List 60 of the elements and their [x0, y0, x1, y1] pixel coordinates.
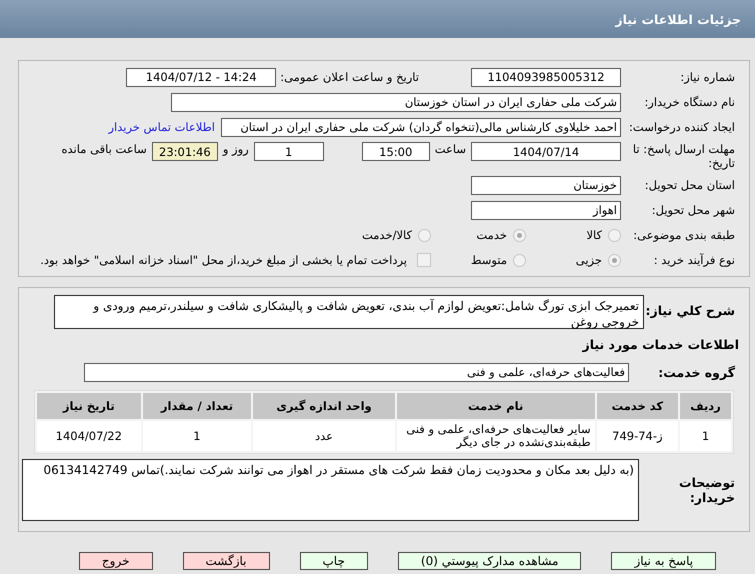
radio-label: کالا [586, 228, 602, 242]
field-label: شماره نیاز: [679, 70, 736, 84]
section-title: اطلاعات خدمات مورد نیاز [581, 336, 740, 352]
field-label: گروه خدمت: [657, 364, 736, 380]
table-cell: عدد [253, 421, 395, 451]
action-button[interactable]: خروج [78, 552, 152, 570]
buyer-org-field: شرکت ملی حفاری ایران در استان خوزستان [171, 92, 621, 112]
column-header: ردیف [680, 393, 731, 419]
field-label: ایجاد کننده درخواست: [628, 120, 736, 134]
description-field: تعمیرجک ابزی تورگ شامل:تعویض لوازم آب بندی، تعویض شافت و پالیشکاری شافت و سیلندر،ترمیم ورودی و خروجی روغن [54, 295, 644, 329]
radio-label: جزیی [576, 253, 602, 267]
radio-button[interactable] [513, 254, 526, 266]
payment-checkbox[interactable] [417, 253, 431, 267]
action-button[interactable]: بازگشت [182, 552, 270, 570]
deadline-date-field: 1404/07/14 [471, 142, 621, 161]
days-field: 1 [254, 142, 324, 161]
checkbox-label: پرداخت تمام یا بخشی از مبلغ خرید،از محل "اسناد خزانه اسلامی" خواهد بود. [40, 253, 407, 267]
field-label: تاریخ و ساعت اعلان عمومی: [280, 70, 419, 84]
buyer-notes-field: (به دلیل بعد مکان و محدودیت زمان فقط شرکت های مستقر در اهواز می توانند شرکت نمایند.)تماس 06134142749 [22, 459, 639, 521]
radio-button[interactable] [608, 254, 621, 266]
table-cell: 1404/07/22 [37, 421, 141, 451]
field-label: توضیحات خریدار: [678, 474, 736, 505]
radio-button[interactable] [418, 228, 431, 242]
field-label: روز و [222, 142, 249, 156]
requester-field: احمد خلیلاوی کارشناس مالی(تنخواه گردان) شرکت ملی حفاری ایران در استان [221, 118, 621, 136]
column-header: تعداد / مقدار [142, 393, 252, 419]
province-field: خوزستان [471, 176, 621, 194]
radio-button[interactable] [513, 228, 526, 242]
column-header: تاریخ نیاز [37, 393, 141, 419]
field-label: استان محل تحویل: [644, 178, 736, 192]
field-label: مهلت ارسال پاسخ: تا تاریخ: [632, 142, 736, 170]
field-label: نوع فرآیند خرید : [652, 253, 736, 267]
column-header: نام خدمت [396, 393, 595, 419]
radio-button[interactable] [608, 228, 621, 242]
need-number-field: 1104093985005312 [471, 68, 621, 86]
field-label: نام دستگاه خریدار: [643, 95, 736, 109]
radio-label: خدمت [476, 228, 507, 242]
deadline-time-field: 15:00 [362, 142, 430, 161]
action-button[interactable]: چاپ [300, 552, 368, 570]
field-label: شرح کلي نیاز: [644, 302, 736, 318]
radio-label: متوسط [470, 253, 507, 267]
radio-label: کالا/خدمت [362, 228, 412, 242]
announce-date-field: 1404/07/12 - 14:24 [126, 68, 276, 86]
service-group-field: فعالیت‌های حرفه‌ای، علمی و فنی [84, 362, 629, 382]
action-button[interactable]: پاسخ به نیاز [611, 552, 716, 570]
remaining-time-field: 23:01:46 [152, 142, 218, 161]
city-field: اهواز [471, 200, 621, 220]
field-label: شهر محل تحویل: [650, 203, 736, 217]
page-header: جزئیات اطلاعات نیاز [0, 0, 755, 38]
column-header: واحد اندازه گیری [253, 393, 395, 419]
field-label: ساعت باقی مانده [62, 142, 147, 156]
field-label: طبقه بندی موضوعی: [632, 228, 736, 242]
table-cell: 1 [680, 421, 731, 451]
buyer-contact-link[interactable]: اطلاعات تماس خریدار [108, 120, 215, 134]
table-cell: سایر فعالیت‌های حرفه‌ای، علمی و فنی طبقه‌بندی‌نشده در جای دیگر [396, 421, 595, 451]
table-cell: 1 [142, 421, 252, 451]
field-label: ساعت [434, 142, 466, 156]
action-button[interactable]: مشاهده مدارک پیوستي (0) [398, 552, 582, 570]
column-header: کد خدمت [596, 393, 678, 419]
table-cell: ز-74-749 [596, 421, 678, 451]
